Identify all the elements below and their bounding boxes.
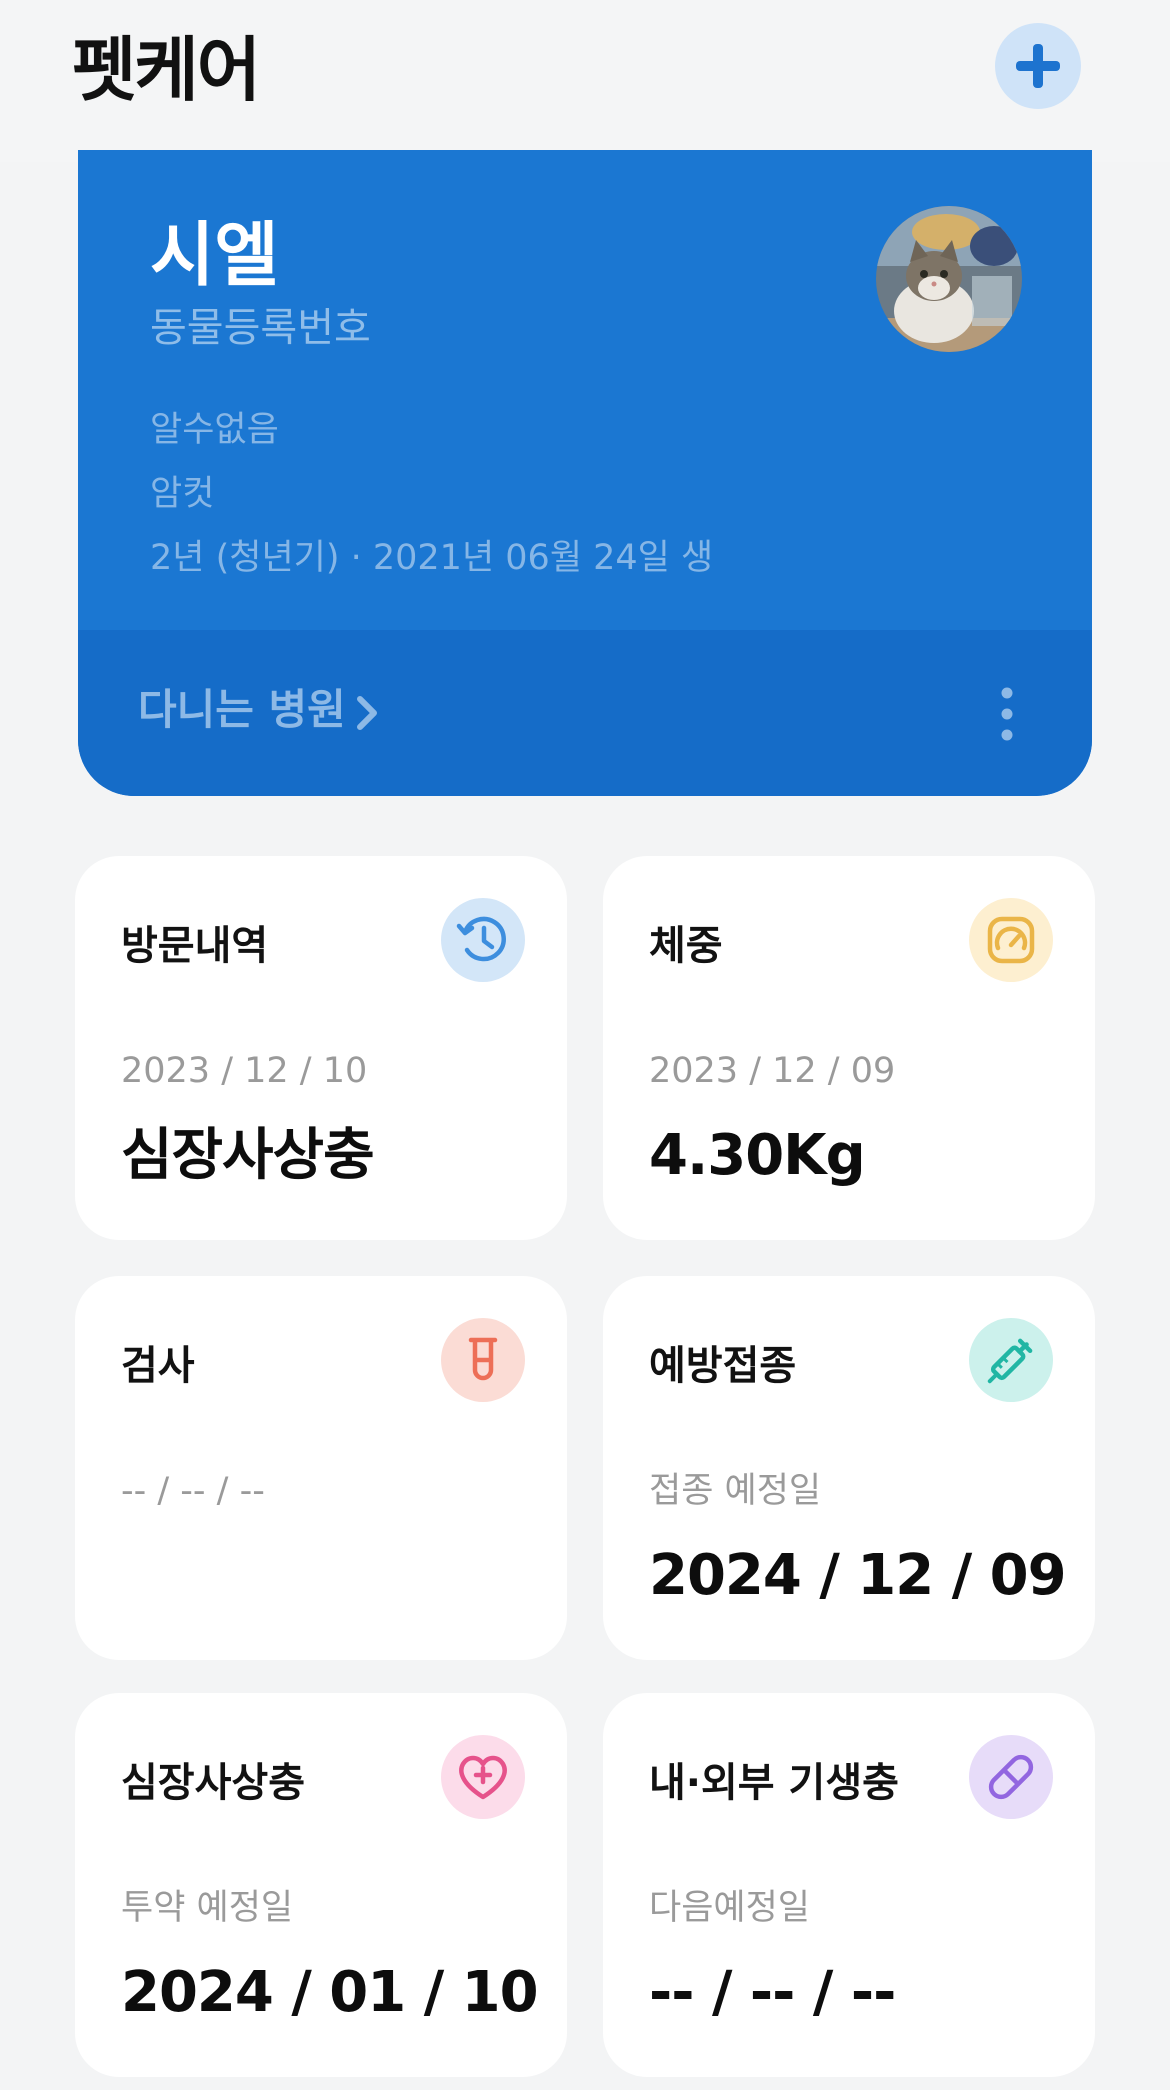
tile-title: 체중 — [649, 923, 723, 969]
tile-title: 심장사상충 — [121, 1760, 305, 1806]
tile-subtitle: -- / -- / -- — [121, 1471, 265, 1511]
hospital-link-label: 다니는 병원 — [138, 685, 346, 734]
tile-title: 검사 — [121, 1343, 195, 1389]
tile-value: -- / -- / -- — [649, 1960, 896, 2025]
tile-title: 예방접종 — [649, 1343, 797, 1389]
more-vertical-icon[interactable] — [1000, 686, 1014, 742]
tile-subtitle: 접종 예정일 — [649, 1471, 822, 1511]
tile-title: 방문내역 — [121, 923, 269, 969]
heart-plus-icon — [441, 1735, 525, 1819]
tile-visit-history[interactable]: 방문내역 2023 / 12 / 10 심장사상충 — [75, 856, 567, 1240]
app-header: 펫케어 — [0, 0, 1170, 162]
pet-avatar[interactable] — [876, 206, 1022, 352]
tile-value: 심장사상충 — [121, 1123, 375, 1188]
syringe-icon — [969, 1318, 1053, 1402]
tile-value: 2024 / 12 / 09 — [649, 1543, 1067, 1608]
pet-name: 시엘 — [150, 214, 279, 296]
pill-icon — [969, 1735, 1053, 1819]
gauge-icon — [969, 898, 1053, 982]
tile-subtitle: 다음예정일 — [649, 1888, 811, 1928]
tile-value: 2024 / 01 / 10 — [121, 1960, 539, 2025]
tile-test[interactable]: 검사 -- / -- / -- — [75, 1276, 567, 1660]
tile-subtitle: 2023 / 12 / 10 — [121, 1051, 368, 1091]
pet-profile-card[interactable]: 시엘 동물등록번호 알수없음 암컷 2년 (청년기) · 2021년 06월 2… — [78, 150, 1092, 796]
app-title: 펫케어 — [72, 29, 261, 111]
tile-vaccination[interactable]: 예방접종 접종 예정일 2024 / 12 / 09 — [603, 1276, 1095, 1660]
pet-breed: 알수없음 — [150, 410, 279, 450]
pet-age-birth: 2년 (청년기) · 2021년 06월 24일 생 — [150, 538, 714, 578]
hospital-link[interactable]: 다니는 병원 — [138, 680, 378, 740]
tile-subtitle: 투약 예정일 — [121, 1888, 294, 1928]
tile-parasite[interactable]: 내·외부 기생충 다음예정일 -- / -- / -- — [603, 1693, 1095, 2077]
pet-sex: 암컷 — [150, 474, 215, 514]
card-footer: 다니는 병원 — [78, 630, 1092, 796]
add-pet-button[interactable] — [995, 23, 1081, 109]
chevron-right-icon — [356, 695, 377, 730]
tile-title: 내·외부 기생충 — [649, 1760, 899, 1806]
pet-registration-label: 동물등록번호 — [150, 305, 371, 351]
test-tube-icon — [441, 1318, 525, 1402]
tile-subtitle: 2023 / 12 / 09 — [649, 1051, 896, 1091]
history-icon — [441, 898, 525, 982]
tile-value: 4.30Kg — [649, 1123, 866, 1188]
tile-heartworm[interactable]: 심장사상충 투약 예정일 2024 / 01 / 10 — [75, 1693, 567, 2077]
tile-weight[interactable]: 체중 2023 / 12 / 09 4.30Kg — [603, 856, 1095, 1240]
